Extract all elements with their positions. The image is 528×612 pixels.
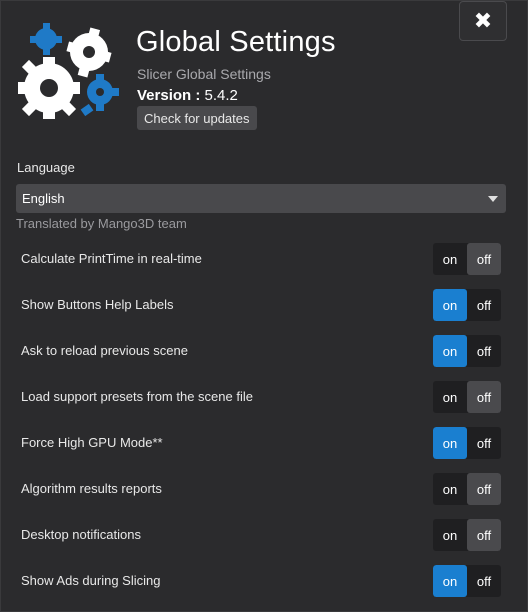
version-info: Version : 5.4.2: [137, 87, 238, 104]
language-select[interactable]: English: [16, 184, 506, 213]
toggle-off-option[interactable]: off: [467, 473, 501, 505]
version-label: Version :: [137, 87, 201, 104]
version-value: 5.4.2: [204, 87, 238, 104]
language-selected-value: English: [22, 191, 65, 206]
check-updates-button[interactable]: Check for updates: [137, 106, 257, 130]
setting-row: Load support presets from the scene file…: [21, 381, 501, 413]
language-label: Language: [17, 160, 75, 175]
setting-label: Ask to reload previous scene: [21, 343, 188, 358]
setting-label: Show Buttons Help Labels: [21, 297, 174, 312]
setting-label: Show Ads during Slicing: [21, 573, 161, 588]
toggle-off-option[interactable]: off: [467, 565, 501, 597]
toggle-on-option[interactable]: on: [433, 565, 467, 597]
chevron-down-icon: [488, 196, 498, 202]
toggle-on-option[interactable]: on: [433, 427, 467, 459]
setting-row: Algorithm results reports on off: [21, 473, 501, 505]
setting-row: Ask to reload previous scene on off: [21, 335, 501, 367]
page-title: Global Settings: [136, 26, 336, 58]
setting-row: Force High GPU Mode** on off: [21, 427, 501, 459]
setting-row: Calculate PrintTime in real-time on off: [21, 243, 501, 275]
on-off-toggle[interactable]: on off: [433, 519, 501, 551]
on-off-toggle[interactable]: on off: [433, 565, 501, 597]
setting-label: Force High GPU Mode**: [21, 435, 163, 450]
setting-row: Desktop notifications on off: [21, 519, 501, 551]
setting-row: Show Buttons Help Labels on off: [21, 289, 501, 321]
on-off-toggle[interactable]: on off: [433, 243, 501, 275]
toggle-off-option[interactable]: off: [467, 243, 501, 275]
setting-label: Load support presets from the scene file: [21, 389, 253, 404]
toggle-off-option[interactable]: off: [467, 335, 501, 367]
toggle-off-option[interactable]: off: [467, 427, 501, 459]
translation-credit: Translated by Mango3D team: [16, 216, 187, 231]
toggle-on-option[interactable]: on: [433, 243, 467, 275]
close-icon: ✖: [473, 8, 493, 33]
page-subtitle: Slicer Global Settings: [137, 66, 271, 82]
toggle-on-option[interactable]: on: [433, 473, 467, 505]
toggle-on-option[interactable]: on: [433, 289, 467, 321]
on-off-toggle[interactable]: on off: [433, 427, 501, 459]
toggle-off-option[interactable]: off: [467, 381, 501, 413]
toggle-on-option[interactable]: on: [433, 519, 467, 551]
gears-logo-icon: [18, 23, 119, 119]
setting-label: Calculate PrintTime in real-time: [21, 251, 202, 266]
close-button[interactable]: ✖: [459, 1, 507, 41]
on-off-toggle[interactable]: on off: [433, 381, 501, 413]
toggle-off-option[interactable]: off: [467, 519, 501, 551]
setting-label: Desktop notifications: [21, 527, 141, 542]
on-off-toggle[interactable]: on off: [433, 473, 501, 505]
on-off-toggle[interactable]: on off: [433, 335, 501, 367]
toggle-on-option[interactable]: on: [433, 335, 467, 367]
toggle-on-option[interactable]: on: [433, 381, 467, 413]
setting-row: Show Ads during Slicing on off: [21, 565, 501, 597]
setting-label: Algorithm results reports: [21, 481, 162, 496]
toggle-off-option[interactable]: off: [467, 289, 501, 321]
on-off-toggle[interactable]: on off: [433, 289, 501, 321]
